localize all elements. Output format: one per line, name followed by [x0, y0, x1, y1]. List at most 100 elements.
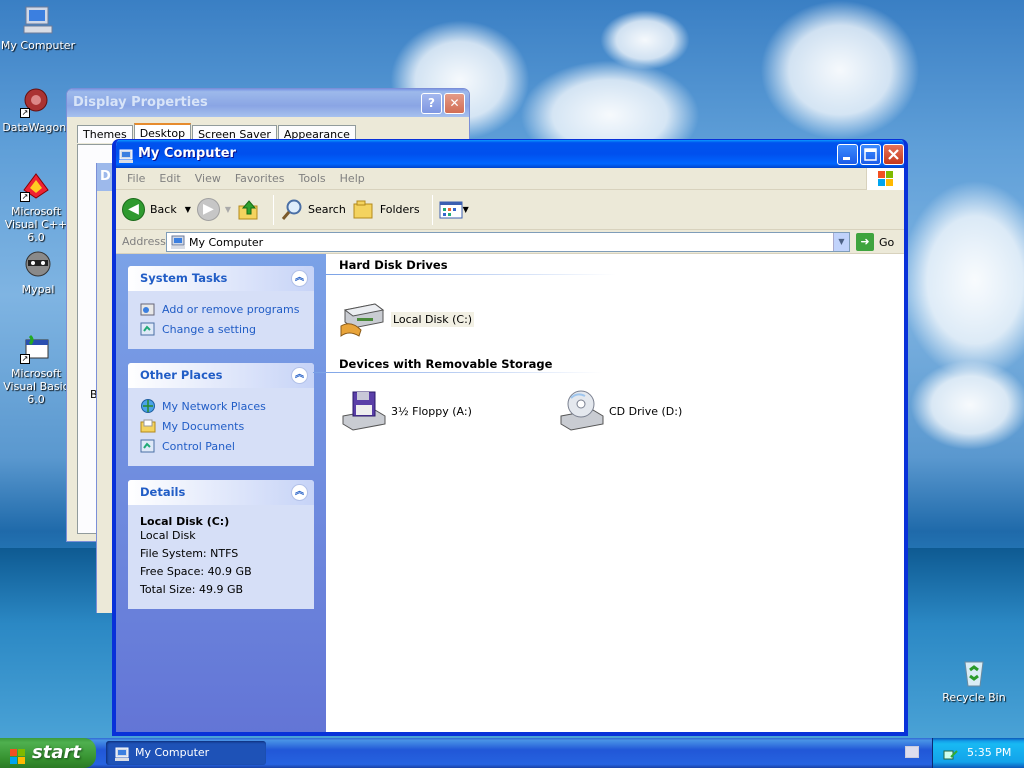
forward-button[interactable]: ▶ ▼ [196, 198, 232, 221]
content-area: System Tasks ︽ Add or remove programs Ch… [116, 254, 904, 732]
panel-title: Details [140, 485, 186, 499]
dropdown-arrow-icon: ▼ [224, 205, 232, 214]
collapse-chevron-icon[interactable]: ︽ [291, 367, 308, 384]
search-icon [280, 198, 304, 222]
folders-label: Folders [379, 203, 420, 216]
drive-local-disk-c[interactable]: Local Disk (C:) [339, 296, 475, 342]
start-button[interactable]: start [0, 738, 96, 768]
my-computer-window[interactable]: My Computer File Edit View Favorites Too… [112, 139, 908, 736]
collapse-chevron-icon[interactable]: ︽ [291, 484, 308, 501]
shortcut-arrow-icon: ↗ [20, 192, 30, 202]
group-header-hard-disks: Hard Disk Drives [339, 258, 448, 272]
cloud [900, 180, 1024, 380]
place-my-documents[interactable]: My Documents [140, 416, 304, 436]
menu-help[interactable]: Help [333, 172, 372, 185]
datawagon-icon: ↗ [20, 86, 52, 118]
place-label: Control Panel [162, 439, 235, 453]
control-panel-icon [140, 438, 156, 454]
system-tasks-header[interactable]: System Tasks ︽ [128, 266, 314, 291]
shortcut-arrow-icon: ↗ [20, 354, 30, 364]
shortcut-arrow-icon: ↗ [20, 108, 30, 118]
cd-drive-icon [557, 388, 605, 434]
back-label: Back [150, 203, 177, 216]
add-remove-programs-icon [140, 301, 156, 317]
dropdown-arrow-icon: ▼ [462, 205, 469, 214]
task-add-remove-programs[interactable]: Add or remove programs [140, 299, 304, 319]
menu-edit[interactable]: Edit [152, 172, 187, 185]
address-bar: Address My Computer ▼ ➜ Go [116, 230, 904, 254]
collapse-chevron-icon[interactable]: ︽ [291, 270, 308, 287]
task-change-setting[interactable]: Change a setting [140, 319, 304, 339]
back-button[interactable]: ◀ Back ▼ [122, 198, 191, 221]
folders-button[interactable]: Folders [352, 198, 420, 222]
place-control-panel[interactable]: Control Panel [140, 436, 304, 456]
toolbar-separator [431, 194, 433, 225]
my-computer-titlebar[interactable]: My Computer [116, 140, 904, 168]
menu-favorites[interactable]: Favorites [228, 172, 292, 185]
desktop-icon-visual-basic[interactable]: ↗ Microsoft Visual Basic 6.0 [0, 332, 74, 406]
menu-view[interactable]: View [188, 172, 228, 185]
search-label: Search [308, 203, 346, 216]
window-title: My Computer [138, 146, 236, 161]
views-button[interactable]: ▼ [439, 200, 469, 220]
close-button[interactable] [883, 144, 904, 165]
detail-type: Local Disk [140, 529, 196, 542]
desktop-icon-label: Microsoft Visual Basic 6.0 [3, 367, 69, 406]
go-button[interactable]: ➜ Go [856, 233, 894, 251]
up-folder-button[interactable] [237, 198, 261, 222]
desktop-icon-label: Microsoft Visual C++ 6.0 [4, 205, 68, 244]
file-list-pane[interactable]: Hard Disk Drives Local Disk (C:) Devices… [313, 254, 904, 732]
forward-arrow-icon: ▶ [196, 198, 220, 221]
up-folder-icon [237, 198, 261, 222]
other-places-header[interactable]: Other Places ︽ [128, 363, 314, 388]
drive-label: CD Drive (D:) [609, 404, 683, 418]
windows-flag-icon [10, 745, 26, 764]
address-input[interactable]: My Computer ▼ [166, 232, 850, 252]
taskbar-item-my-computer[interactable]: My Computer [106, 741, 266, 765]
place-label: My Documents [162, 419, 245, 433]
visual-basic-icon: ↗ [20, 332, 52, 364]
other-places-panel: Other Places ︽ My Network Places My Docu… [128, 363, 314, 466]
help-button[interactable]: ? [421, 93, 442, 114]
drive-floppy-a[interactable]: 3½ Floppy (A:) [339, 388, 472, 434]
details-header[interactable]: Details ︽ [128, 480, 314, 505]
detail-free-space: Free Space: 40.9 GB [140, 565, 252, 578]
task-pane: System Tasks ︽ Add or remove programs Ch… [116, 254, 326, 732]
place-my-network-places[interactable]: My Network Places [140, 396, 304, 416]
network-tray-icon[interactable] [943, 745, 959, 761]
maximize-button[interactable] [860, 144, 881, 165]
desktop-icon-label: My Computer [0, 39, 76, 52]
desktop-icon-label: Mypal [21, 283, 55, 296]
clock[interactable]: 5:35 PM [967, 746, 1011, 759]
menu-tools[interactable]: Tools [292, 172, 333, 185]
address-value: My Computer [189, 235, 264, 249]
place-label: My Network Places [162, 399, 266, 413]
address-label: Address [122, 235, 166, 248]
desktop-icon-my-computer[interactable]: My Computer [0, 4, 76, 52]
desktop-icon-datawagon[interactable]: ↗ DataWagon. [0, 86, 74, 134]
desktop-icon-visual-cpp[interactable]: ↗ Microsoft Visual C++ 6.0 [0, 170, 74, 244]
close-button[interactable]: ✕ [444, 93, 465, 114]
detail-file-system: File System: NTFS [140, 547, 239, 560]
minimize-button[interactable] [837, 144, 858, 165]
address-dropdown-button[interactable]: ▼ [833, 233, 849, 251]
dropdown-arrow-icon[interactable]: ▼ [185, 205, 191, 214]
folders-icon [352, 198, 376, 222]
menu-bar: File Edit View Favorites Tools Help [116, 168, 904, 190]
display-properties-titlebar[interactable]: Display Properties ? ✕ [67, 89, 469, 117]
drive-cd-d[interactable]: CD Drive (D:) [557, 388, 682, 434]
desktop-icon-recycle-bin[interactable]: Recycle Bin [936, 656, 1012, 704]
details-panel: Details ︽ Local Disk (C:) Local Disk Fil… [128, 480, 314, 609]
back-arrow-icon: ◀ [122, 198, 145, 221]
floppy-drive-icon [339, 388, 387, 434]
go-label: Go [879, 235, 895, 249]
desktop-icon-mypal[interactable]: Mypal [0, 248, 76, 296]
search-button[interactable]: Search [280, 198, 346, 222]
cloud [600, 10, 690, 70]
computer-icon [115, 746, 129, 761]
menu-file[interactable]: File [120, 172, 152, 185]
drive-label: Local Disk (C:) [391, 311, 475, 327]
window-title: Display Properties [73, 95, 208, 110]
go-arrow-icon: ➜ [856, 233, 874, 251]
keyboard-layout-icon[interactable] [905, 746, 919, 758]
